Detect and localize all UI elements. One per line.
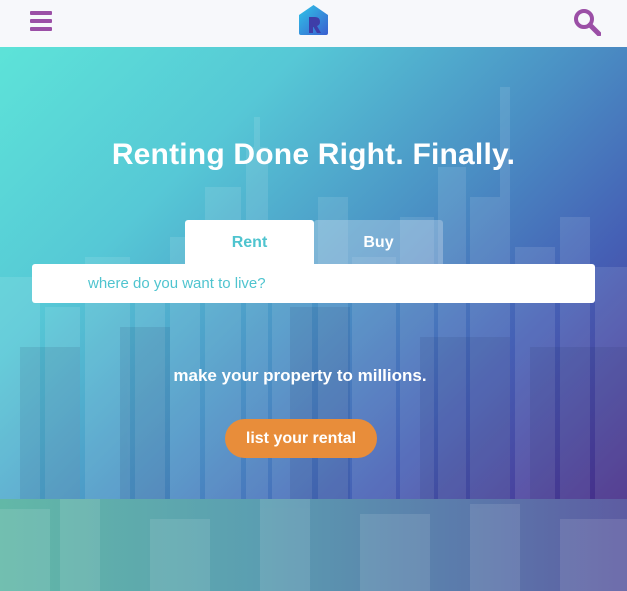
tab-rent[interactable]: Rent — [185, 220, 314, 265]
tab-buy[interactable]: Buy — [314, 220, 443, 265]
location-search-input[interactable] — [32, 264, 595, 303]
lower-section-background — [0, 499, 627, 591]
house-logo-icon[interactable] — [298, 4, 329, 35]
hero-section: Renting Done Right. Finally. Rent Buy ma… — [0, 47, 627, 499]
top-navbar — [0, 0, 627, 47]
list-your-rental-button[interactable]: list your rental — [225, 419, 377, 458]
hamburger-menu-icon[interactable] — [30, 11, 52, 31]
city-skyline-lower — [0, 499, 627, 591]
hero-tagline: make your property to millions. — [173, 366, 427, 385]
search-icon[interactable] — [573, 8, 601, 36]
hero-headline: Renting Done Right. Finally. — [111, 138, 516, 171]
